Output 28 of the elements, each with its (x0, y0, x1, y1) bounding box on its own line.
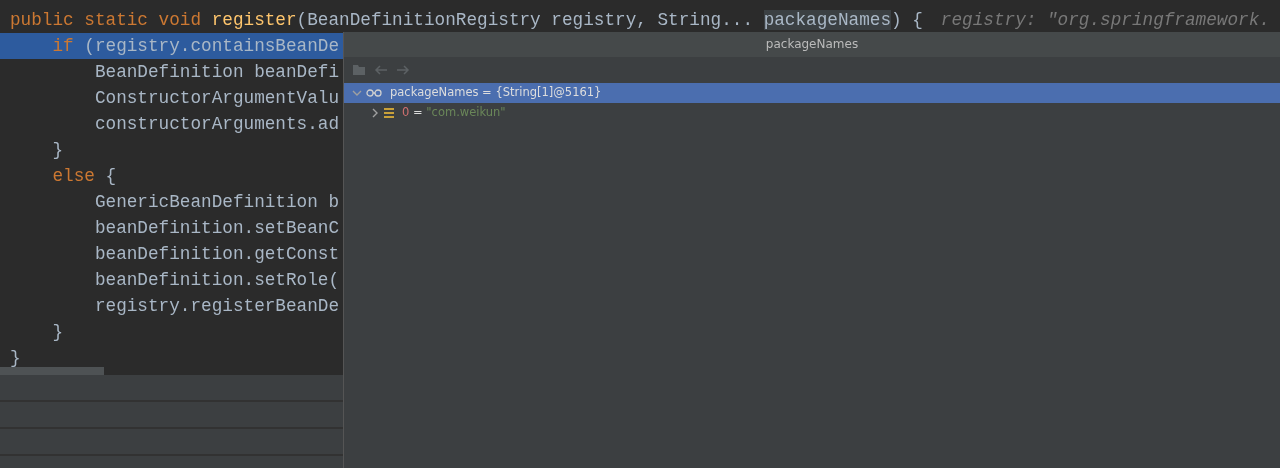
glasses-icon (366, 89, 382, 97)
code-line: BeanDefinition beanDefi (93, 62, 340, 82)
back-arrow-icon[interactable] (374, 65, 388, 75)
code-line: beanDefinition.setBeanC (93, 218, 340, 238)
highlighted-code-line: if (registry.containsBeanDe (51, 36, 340, 56)
variable-label: 0 = "com.weikun" (402, 104, 506, 122)
code-line: constructorArguments.ad (93, 114, 340, 134)
code-line: } (10, 348, 21, 368)
code-line: public static void register(BeanDefinitionRegistry registry, String... packageNames) { (10, 10, 923, 30)
expanded-chevron-icon[interactable] (352, 88, 362, 98)
list-icon (384, 108, 394, 118)
selected-tree-row[interactable]: packageNames = {String[1]@5161} (344, 83, 1280, 103)
folder-icon[interactable] (352, 64, 366, 76)
inline-hint: registry: "org.springframework. (940, 10, 1270, 30)
code-line: else { (51, 166, 117, 186)
collapsed-chevron-icon[interactable] (370, 108, 380, 118)
tree-row[interactable]: 0 = "com.weikun" (344, 103, 1280, 123)
scrollbar-thumb[interactable] (0, 367, 104, 375)
code-line: } (51, 140, 64, 160)
variable-label: packageNames = {String[1]@5161} (390, 84, 602, 102)
code-line: ConstructorArgumentValu (93, 88, 340, 108)
popup-title: packageNames (765, 37, 859, 51)
code-line: beanDefinition.setRole( (93, 270, 340, 290)
forward-arrow-icon[interactable] (396, 65, 410, 75)
code-line: GenericBeanDefinition b (93, 192, 340, 212)
code-line: registry.registerBeanDe (93, 296, 340, 316)
code-line: beanDefinition.getConst (93, 244, 340, 264)
code-line: } (51, 322, 64, 342)
